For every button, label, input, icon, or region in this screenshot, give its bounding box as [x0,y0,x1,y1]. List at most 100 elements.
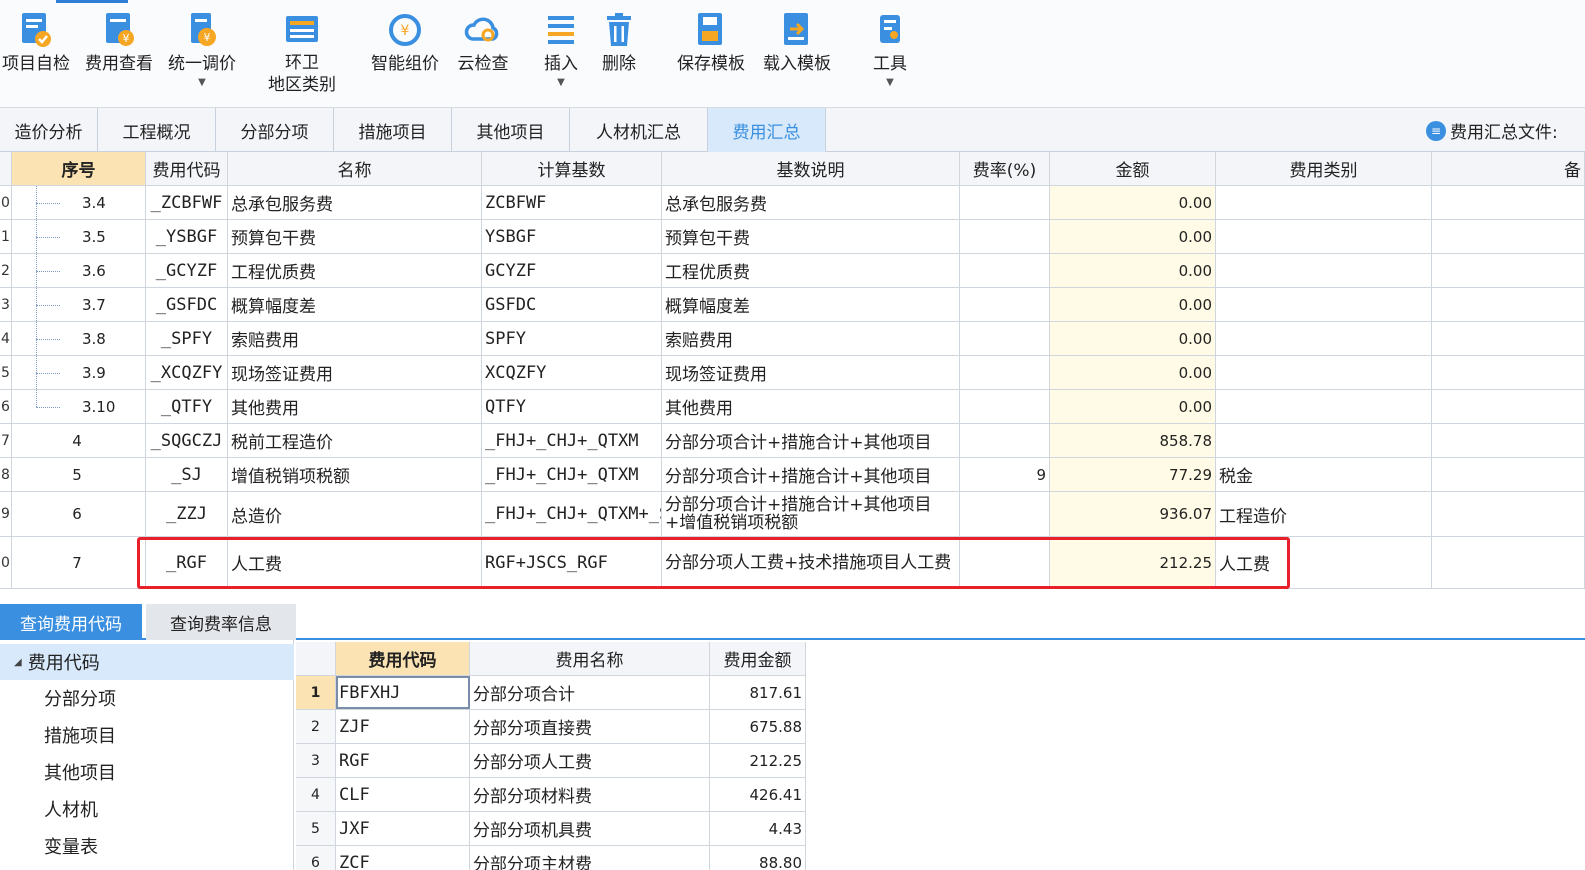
code-name[interactable]: 分部分项合计 [470,676,710,709]
amount-cell[interactable]: 0.00 [1050,288,1216,321]
name-cell[interactable]: 增值税销项税额 [228,458,482,491]
save-template-button[interactable]: 保存模板 [672,8,750,104]
code-amount[interactable]: 212.25 [710,744,806,777]
seq-cell[interactable]: 3.10 [12,390,146,423]
tab-query-fee-code[interactable]: 查询费用代码 [0,604,142,640]
rate-cell[interactable] [960,254,1050,287]
category-cell[interactable] [1216,186,1432,219]
code-table-row[interactable]: 1 FBFXHJ 分部分项合计 817.61 [296,676,806,710]
base-cell[interactable]: RGF+JSCS_RGF [482,537,662,588]
name-cell[interactable]: 工程优质费 [228,254,482,287]
code-cell[interactable]: _YSBGF [146,220,228,253]
tree-item-resources[interactable]: 人材机 [44,793,98,825]
grid-row[interactable]: 5 3.9 _XCQZFY 现场签证费用 XCQZFY 现场签证费用 0.00 [0,356,1585,390]
remark-cell[interactable] [1432,424,1585,457]
name-cell[interactable]: 概算幅度差 [228,288,482,321]
desc-cell[interactable]: 分部分项合计+措施合计+其他项目 [662,458,960,491]
col-header-desc[interactable]: 基数说明 [662,152,960,185]
name-cell[interactable]: 其他费用 [228,390,482,423]
category-cell[interactable] [1216,220,1432,253]
fee-view-button[interactable]: ¥ 费用查看 [80,8,158,104]
rate-cell[interactable] [960,537,1050,588]
amount-cell[interactable]: 936.07 [1050,492,1216,536]
seq-cell[interactable]: 3.5 [12,220,146,253]
rate-cell[interactable] [960,492,1050,536]
remark-cell[interactable] [1432,186,1585,219]
code-table-row[interactable]: 3 RGF 分部分项人工费 212.25 [296,744,806,778]
tab-sub-items[interactable]: 分部分项 [216,108,334,152]
name-cell[interactable]: 预算包干费 [228,220,482,253]
unified-price-adjust-button[interactable]: ¥ 统一调价 ▼ [163,8,241,104]
tab-other-items[interactable]: 其他项目 [452,108,570,152]
code-cell[interactable]: _GSFDC [146,288,228,321]
tree-item-measures[interactable]: 措施项目 [44,719,116,751]
code-name[interactable]: 分部分项材料费 [470,778,710,811]
grid-row[interactable]: 2 3.6 _GCYZF 工程优质费 GCYZF 工程优质费 0.00 [0,254,1585,288]
grid-row[interactable]: 4 3.8 _SPFY 索赔费用 SPFY 索赔费用 0.00 [0,322,1585,356]
category-cell[interactable]: 税金 [1216,458,1432,491]
tools-button[interactable]: 工具 ▼ [866,8,914,104]
category-cell[interactable] [1216,390,1432,423]
amount-cell[interactable]: 0.00 [1050,390,1216,423]
tree-item-sub-items[interactable]: 分部分项 [44,682,116,714]
base-cell[interactable]: GSFDC [482,288,662,321]
rate-cell[interactable]: 9 [960,458,1050,491]
category-cell[interactable] [1216,356,1432,389]
code-col-header-code[interactable]: 费用代码 [336,642,470,675]
remark-cell[interactable] [1432,356,1585,389]
col-header-base[interactable]: 计算基数 [482,152,662,185]
code-value[interactable]: RGF [336,744,470,777]
col-header-rate[interactable]: 费率(%) [960,152,1050,185]
rate-cell[interactable] [960,220,1050,253]
rate-cell[interactable] [960,186,1050,219]
amount-cell[interactable]: 858.78 [1050,424,1216,457]
tree-root-fee-code[interactable]: ◢ 费用代码 [0,644,294,680]
tab-fee-summary[interactable]: 费用汇总 [708,108,826,152]
code-cell[interactable]: _RGF [146,537,228,588]
code-value[interactable]: CLF [336,778,470,811]
col-header-code[interactable]: 费用代码 [146,152,228,185]
code-amount[interactable]: 675.88 [710,710,806,743]
code-cell[interactable]: _GCYZF [146,254,228,287]
category-cell[interactable]: 工程造价 [1216,492,1432,536]
tree-item-variables[interactable]: 变量表 [44,830,98,862]
grid-row[interactable]: 7 4 _SQGCZJ 税前工程造价 _FHJ+_CHJ+_QTXM 分部分项合计+措施合… [0,424,1585,458]
code-value[interactable]: ZCF [336,846,470,870]
tab-resource-summary[interactable]: 人材机汇总 [570,108,708,152]
seq-cell[interactable]: 3.4 [12,186,146,219]
code-name[interactable]: 分部分项人工费 [470,744,710,777]
tab-project-overview[interactable]: 工程概况 [98,108,216,152]
remark-cell[interactable] [1432,220,1585,253]
code-cell[interactable]: _ZCBFWF [146,186,228,219]
tab-cost-analysis[interactable]: 造价分析 [0,108,98,152]
rate-cell[interactable] [960,356,1050,389]
cloud-check-button[interactable]: 云检查 [452,8,514,104]
seq-cell[interactable]: 5 [12,458,146,491]
col-header-amount[interactable]: 金额 [1050,152,1216,185]
expand-arrow-icon[interactable]: ◢ [14,657,22,668]
tab-query-rate-info[interactable]: 查询费率信息 [146,604,296,640]
seq-cell[interactable]: 4 [12,424,146,457]
base-cell[interactable]: QTFY [482,390,662,423]
code-cell[interactable]: _SQGCZJ [146,424,228,457]
code-table-row[interactable]: 4 CLF 分部分项材料费 426.41 [296,778,806,812]
remark-cell[interactable] [1432,537,1585,588]
grid-row[interactable]: 8 5 _SJ 增值税销项税额 _FHJ+_CHJ+_QTXM 分部分项合计+措施合计+其… [0,458,1585,492]
desc-cell[interactable]: 分部分项合计+措施合计+其他项目+增值税销项税额 [662,492,960,536]
grid-row[interactable]: 0 3.4 _ZCBFWF 总承包服务费 ZCBFWF 总承包服务费 0.00 [0,186,1585,220]
desc-cell[interactable]: 分部分项人工费+技术措施项目人工费 [662,537,960,588]
category-cell[interactable] [1216,288,1432,321]
desc-cell[interactable]: 其他费用 [662,390,960,423]
code-value[interactable]: FBFXHJ [336,676,470,709]
project-check-button[interactable]: 项目自检 [0,8,72,104]
col-header-category[interactable]: 费用类别 [1216,152,1432,185]
rate-cell[interactable] [960,288,1050,321]
desc-cell[interactable]: 预算包干费 [662,220,960,253]
code-value[interactable]: JXF [336,812,470,845]
code-name[interactable]: 分部分项机具费 [470,812,710,845]
seq-cell[interactable]: 3.7 [12,288,146,321]
grid-row[interactable]: 0 7 _RGF 人工费 RGF+JSCS_RGF 分部分项人工费+技术措施项目人工费 21… [0,537,1585,589]
sanitation-region-button[interactable]: 环卫 地区类别 [262,8,342,104]
seq-cell[interactable]: 3.8 [12,322,146,355]
name-cell[interactable]: 索赔费用 [228,322,482,355]
